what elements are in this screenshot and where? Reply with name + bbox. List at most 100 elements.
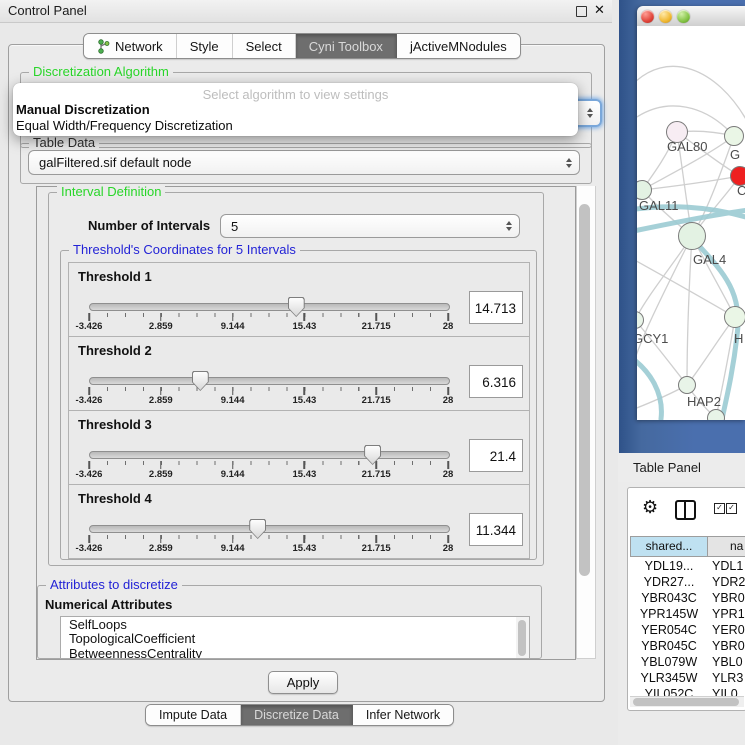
network-node-label: H — [734, 331, 743, 346]
table-cell[interactable]: YBL079W — [630, 654, 708, 670]
number-of-intervals-label: Number of Intervals — [88, 218, 210, 233]
threshold-slider-track[interactable] — [89, 303, 450, 311]
threshold-slider-thumb[interactable] — [192, 371, 209, 391]
table-cell[interactable]: YBR043C — [630, 590, 708, 606]
close-icon[interactable]: ✕ — [594, 2, 606, 14]
horizontal-scrollbar[interactable] — [630, 696, 744, 707]
table-cell[interactable]: YDR27... — [630, 574, 708, 590]
table-cell[interactable]: YER054C — [630, 622, 708, 638]
network-node-label: GCY1 — [637, 331, 668, 346]
float-window-icon[interactable] — [576, 6, 587, 17]
vertical-scrollbar[interactable] — [576, 186, 596, 659]
network-node-label: G — [730, 147, 740, 162]
network-node[interactable] — [707, 409, 725, 420]
threshold-slider-track[interactable] — [89, 377, 450, 385]
number-of-intervals-value: 5 — [231, 219, 238, 234]
threshold-slider-thumb[interactable] — [288, 297, 305, 317]
list-item[interactable]: TopologicalCoefficient — [61, 632, 516, 646]
table-row[interactable]: YER054CYER0 — [630, 622, 745, 638]
threshold-slider-thumb[interactable] — [364, 445, 381, 465]
algorithm-dropdown-popup: Select algorithm to view settings Manual… — [13, 83, 578, 136]
dropdown-option-manual[interactable]: Manual Discretization — [16, 102, 150, 117]
network-node-label: GAL4 — [693, 252, 726, 267]
table-cell[interactable]: YBR045C — [630, 638, 708, 654]
vertical-scrollbar-thumb[interactable] — [579, 204, 590, 576]
table-data-combobox[interactable]: galFiltered.sif default node — [28, 150, 580, 175]
tab-select-label: Select — [246, 39, 282, 54]
traffic-light-zoom-icon[interactable] — [677, 10, 690, 23]
network-node[interactable] — [678, 376, 696, 394]
numerical-attributes-list: SelfLoops TopologicalCoefficient Between… — [60, 616, 517, 659]
table-cell[interactable]: YDL19... — [630, 558, 708, 574]
table-row[interactable]: YDR27...YDR2 — [630, 574, 745, 590]
tab-impute-data-label: Impute Data — [159, 708, 227, 722]
apply-button[interactable]: Apply — [268, 671, 338, 694]
combo-arrows-icon — [506, 221, 512, 231]
table-cell[interactable]: YDR2 — [708, 574, 745, 590]
table-cell[interactable]: YER0 — [708, 622, 745, 638]
tab-jactivemnodules[interactable]: jActiveMNodules — [397, 34, 520, 58]
table-cell[interactable]: YDL1 — [708, 558, 745, 574]
threshold-value-field[interactable]: 21.4 — [469, 439, 523, 472]
table-row[interactable]: YBL079WYBL0 — [630, 654, 745, 670]
slider-tick-labels: -3.4262.8599.14415.4321.71528 — [89, 543, 448, 554]
combo-arrows-icon — [566, 158, 572, 168]
traffic-light-minimize-icon[interactable] — [659, 10, 672, 23]
threshold-value-field[interactable]: 6.316 — [469, 365, 523, 398]
column-header-name[interactable]: na — [708, 536, 745, 557]
table-cell[interactable]: YBR0 — [708, 638, 745, 654]
table-panel-title: Table Panel — [633, 460, 701, 475]
checkbox-icon[interactable]: ✓ — [714, 503, 725, 514]
threshold-slider-thumb[interactable] — [249, 519, 266, 539]
tab-network[interactable]: Network — [84, 34, 177, 58]
table-row[interactable]: YLR345WYLR3 — [630, 670, 745, 686]
threshold-panel: Threshold 3 -3.4262.8599.14415.4321.7152… — [68, 410, 530, 485]
tab-discretize-data-label: Discretize Data — [254, 708, 339, 722]
threshold-slider-track[interactable] — [89, 525, 450, 533]
traffic-light-close-icon[interactable] — [641, 10, 654, 23]
table-cell[interactable]: YBL0 — [708, 654, 745, 670]
checkbox-icon[interactable]: ✓ — [726, 503, 737, 514]
table-cell[interactable]: YPR1 — [708, 606, 745, 622]
network-node-label: GAL80 — [667, 139, 707, 154]
table-row[interactable]: YBR043CYBR0 — [630, 590, 745, 606]
table-row[interactable]: YDL19...YDL1 — [630, 558, 745, 574]
table-cell[interactable]: YPR145W — [630, 606, 708, 622]
tab-cyni-toolbox[interactable]: Cyni Toolbox — [296, 34, 397, 58]
split-view-icon[interactable] — [675, 500, 696, 520]
threshold-slider-track[interactable] — [89, 451, 450, 459]
horizontal-scrollbar-thumb[interactable] — [633, 698, 739, 706]
table-row[interactable]: YBR045CYBR0 — [630, 638, 745, 654]
list-item[interactable]: BetweennessCentrality — [61, 647, 516, 660]
number-of-intervals-combobox[interactable]: 5 — [220, 214, 520, 238]
network-window-titlebar — [637, 6, 745, 27]
list-item[interactable]: SelfLoops — [61, 618, 516, 632]
tab-select[interactable]: Select — [233, 34, 296, 58]
tab-discretize-data[interactable]: Discretize Data — [241, 705, 353, 725]
tab-impute-data[interactable]: Impute Data — [146, 705, 241, 725]
table-cell[interactable]: YBR0 — [708, 590, 745, 606]
tab-style[interactable]: Style — [177, 34, 233, 58]
attributes-list-scrollbar[interactable] — [516, 616, 530, 659]
slider-tick-labels: -3.4262.8599.14415.4321.71528 — [89, 395, 448, 406]
table-data-value: galFiltered.sif default node — [39, 155, 191, 170]
column-header-shared-name[interactable]: shared... — [630, 536, 708, 557]
table-cell[interactable]: YLR3 — [708, 670, 745, 686]
dropdown-hint: Select algorithm to view settings — [13, 87, 578, 102]
attributes-list-scrollbar-thumb[interactable] — [518, 620, 526, 656]
threshold-value-field[interactable]: 14.713 — [469, 291, 523, 324]
network-node[interactable] — [724, 126, 744, 146]
table-cell[interactable]: YLR345W — [630, 670, 708, 686]
table-row[interactable]: YPR145WYPR1 — [630, 606, 745, 622]
dropdown-option-equal-width[interactable]: Equal Width/Frequency Discretization — [16, 118, 233, 133]
threshold-panel: Threshold 4 -3.4262.8599.14415.4321.7152… — [68, 484, 530, 559]
table-panel-titlebar: Table Panel — [618, 453, 745, 483]
threshold-value-field[interactable]: 11.344 — [469, 513, 523, 546]
network-node-label: HAP2 — [687, 394, 721, 409]
network-node[interactable] — [678, 222, 706, 250]
tab-infer-network[interactable]: Infer Network — [353, 705, 453, 725]
gear-icon[interactable]: ⚙ — [642, 498, 658, 516]
network-canvas[interactable]: GAL80GCGAL11GAL4GCY1HHAP2 — [637, 26, 745, 420]
network-node[interactable] — [724, 306, 745, 328]
tab-jactivemnodules-label: jActiveMNodules — [410, 39, 507, 54]
